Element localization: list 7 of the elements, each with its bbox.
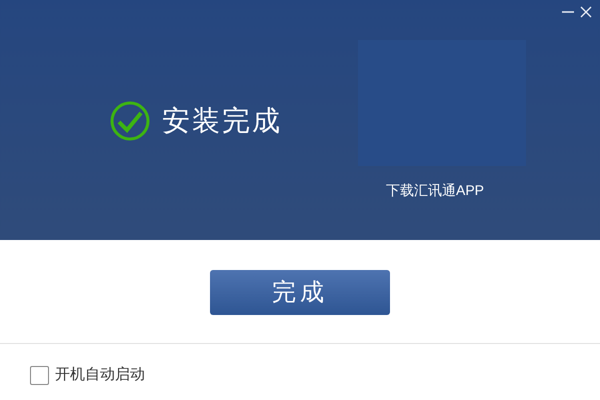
finish-button[interactable]: 完成 (210, 270, 390, 315)
autostart-label: 开机自动启动 (55, 365, 145, 385)
close-icon[interactable] (580, 6, 592, 18)
completion-title: 安装完成 (162, 104, 282, 138)
autostart-checkbox[interactable] (30, 366, 49, 385)
app-download-label: 下载汇讯通APP (386, 181, 484, 200)
check-circle-icon (110, 101, 150, 141)
